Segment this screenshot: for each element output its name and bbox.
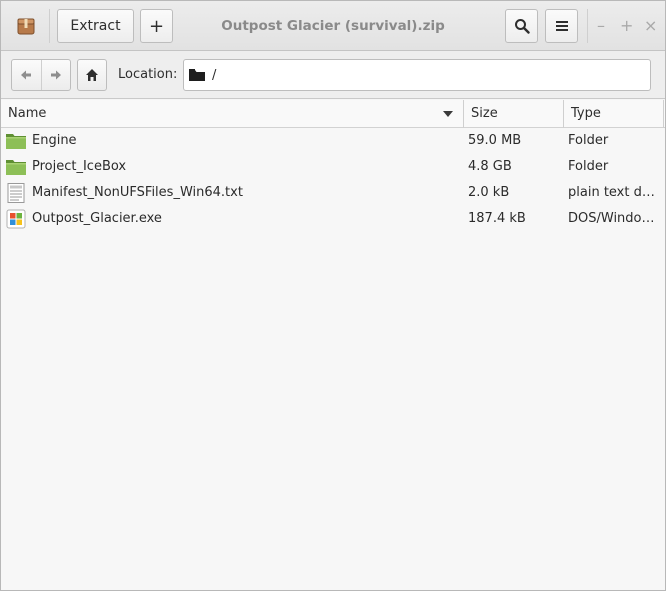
file-name: Project_IceBox — [32, 159, 127, 174]
file-row[interactable]: Engine 59.0 MB Folder — [1, 128, 665, 154]
archive-app-icon — [11, 11, 41, 41]
column-header: Name Size Type — [1, 100, 665, 128]
file-name: Engine — [32, 133, 77, 148]
menu-button[interactable] — [545, 9, 578, 43]
add-icon: + — [148, 15, 165, 37]
windows-exe-icon — [5, 209, 27, 229]
navigation-group — [11, 59, 71, 91]
file-type: Folder — [568, 159, 609, 174]
location-path: / — [212, 67, 217, 83]
file-row[interactable]: Project_IceBox 4.8 GB Folder — [1, 154, 665, 180]
hamburger-menu-icon — [555, 21, 568, 31]
folder-icon — [5, 131, 27, 151]
maximize-button[interactable]: + — [620, 17, 633, 35]
close-button[interactable]: × — [644, 17, 657, 35]
home-icon — [86, 69, 98, 81]
column-name-header[interactable]: Name — [1, 100, 463, 128]
file-name: Outpost_Glacier.exe — [32, 211, 162, 226]
window-title: Outpost Glacier (survival).zip — [221, 18, 445, 34]
folder-icon — [5, 157, 27, 177]
forward-arrow-icon — [50, 70, 61, 80]
file-size: 2.0 kB — [468, 185, 510, 200]
location-label: Location: — [118, 67, 178, 82]
file-size: 4.8 GB — [468, 159, 512, 174]
home-button[interactable] — [77, 59, 107, 91]
location-input[interactable]: / — [183, 59, 651, 91]
file-type: DOS/Windo… — [568, 211, 655, 226]
column-type-label: Type — [571, 106, 601, 121]
file-type: Folder — [568, 133, 609, 148]
folder-icon — [189, 69, 205, 81]
file-type: plain text do… — [568, 185, 660, 200]
column-name-label: Name — [8, 106, 47, 121]
header-separator — [49, 9, 50, 43]
location-bar: Location: / — [1, 51, 665, 99]
back-button[interactable] — [12, 60, 41, 90]
add-files-button[interactable]: + — [140, 9, 173, 43]
file-size: 187.4 kB — [468, 211, 526, 226]
column-separator — [663, 100, 664, 128]
text-file-icon — [5, 183, 27, 203]
column-size-label: Size — [471, 106, 498, 121]
sort-descending-icon — [443, 111, 453, 117]
column-type-header[interactable]: Type — [564, 100, 663, 128]
header-separator — [587, 9, 588, 43]
extract-button[interactable]: Extract — [57, 9, 134, 43]
file-size: 59.0 MB — [468, 133, 522, 148]
column-size-header[interactable]: Size — [464, 100, 563, 128]
back-arrow-icon — [21, 70, 32, 80]
minimize-button[interactable]: – — [597, 17, 605, 35]
archive-manager-window: Extract + Outpost Glacier (survival).zip… — [0, 0, 666, 591]
search-icon — [514, 19, 530, 34]
search-button[interactable] — [505, 9, 538, 43]
extract-button-label: Extract — [70, 18, 121, 34]
file-name: Manifest_NonUFSFiles_Win64.txt — [32, 185, 243, 200]
file-list: Name Size Type Engine 59.0 MB Folder Pro… — [1, 100, 665, 590]
file-row[interactable]: Manifest_NonUFSFiles_Win64.txt 2.0 kB pl… — [1, 180, 665, 206]
forward-button[interactable] — [40, 60, 71, 90]
file-row[interactable]: Outpost_Glacier.exe 187.4 kB DOS/Windo… — [1, 206, 665, 232]
header-bar: Extract + Outpost Glacier (survival).zip… — [1, 1, 665, 51]
